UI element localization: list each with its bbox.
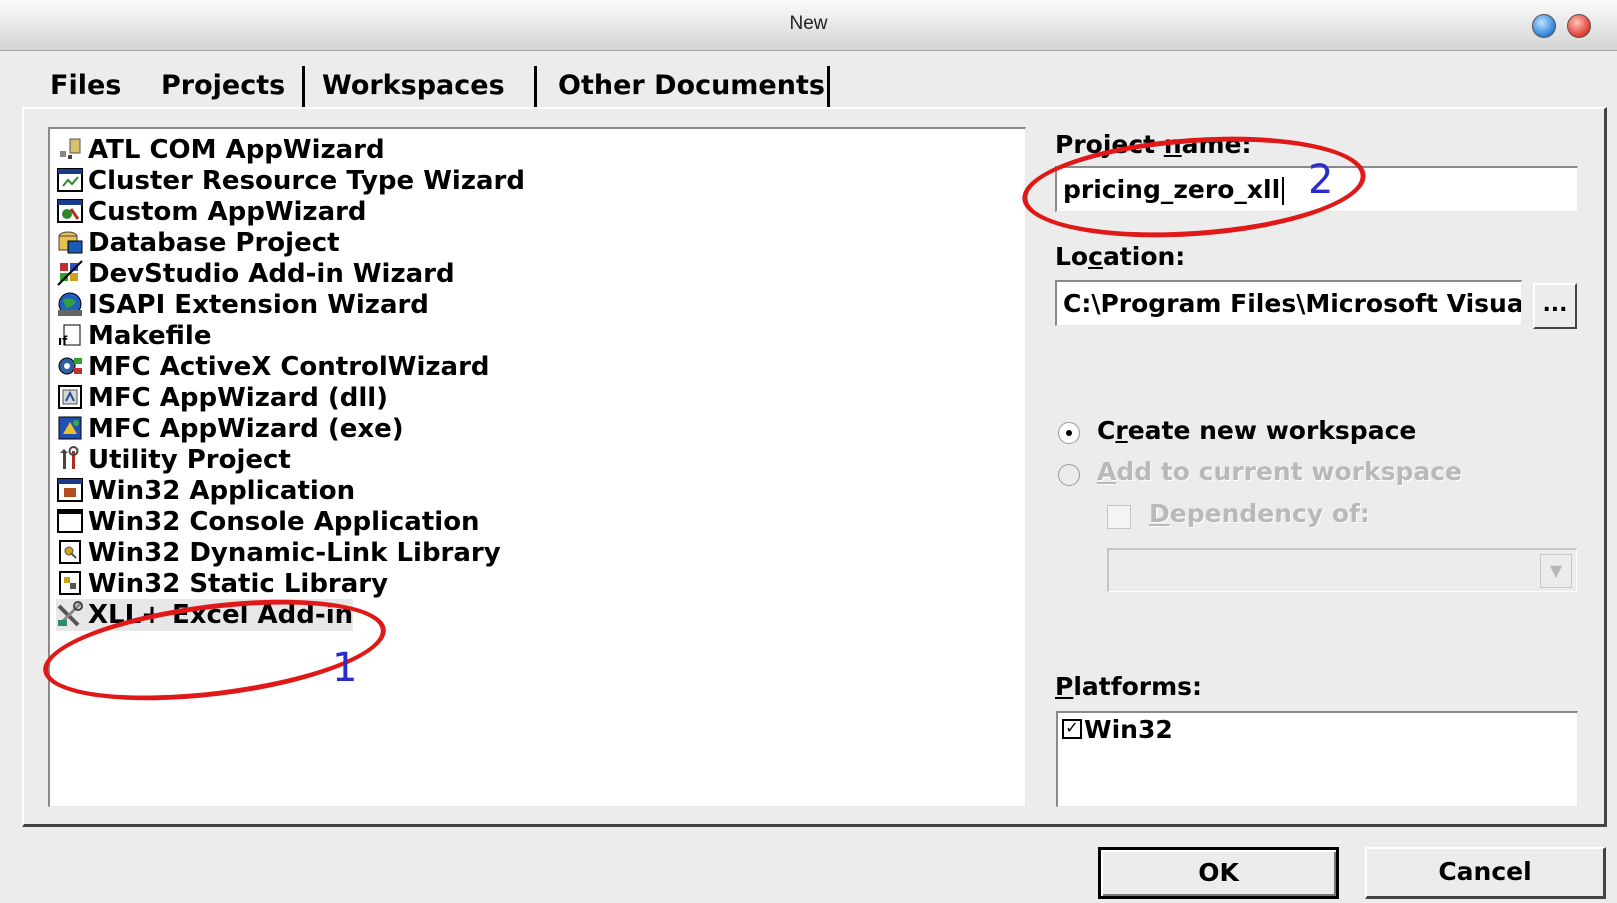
static-lib-icon <box>56 569 84 597</box>
utility-tools-icon <box>56 445 84 473</box>
platforms-label: Platforms: <box>1055 672 1203 701</box>
atl-com-icon <box>56 135 84 163</box>
annotation-number-2: 2 <box>1308 157 1334 203</box>
mfc-exe-icon <box>56 414 84 442</box>
mfc-dll-icon <box>56 383 84 411</box>
xll-tools-icon <box>56 600 84 628</box>
list-item[interactable]: Win32 Static Library <box>56 568 388 600</box>
list-item[interactable]: Custom AppWizard <box>56 196 367 228</box>
svg-text:ıf: ıf <box>58 334 68 348</box>
location-label: Location: <box>1055 242 1186 271</box>
tab-workspaces[interactable]: Workspaces <box>322 64 505 108</box>
list-item[interactable]: ISAPI Extension Wizard <box>56 289 429 321</box>
tab-other-documents[interactable]: Other Documents <box>558 64 825 108</box>
makefile-icon: ıf <box>56 321 84 349</box>
list-item[interactable]: Cluster Resource Type Wizard <box>56 165 525 197</box>
custom-appwizard-icon <box>56 197 84 225</box>
list-item[interactable]: Utility Project <box>56 444 291 476</box>
checkbox-checked-icon[interactable]: ✓ <box>1062 719 1082 739</box>
list-item[interactable]: ıf Makefile <box>56 320 211 352</box>
title-bar: New <box>0 0 1617 51</box>
browse-button[interactable]: ... <box>1533 283 1577 329</box>
dependency-label: Dependency of: <box>1149 499 1370 528</box>
tab-separator <box>302 66 305 108</box>
platforms-list[interactable]: ✓ Win32 <box>1056 711 1578 807</box>
isapi-globe-icon <box>56 290 84 318</box>
radio-selected-dot <box>1066 430 1072 436</box>
list-item[interactable]: MFC ActiveX ControlWizard <box>56 351 490 383</box>
cluster-wizard-icon <box>56 166 84 194</box>
dependency-dropdown[interactable]: ▼ <box>1107 548 1577 592</box>
list-item[interactable]: ATL COM AppWizard <box>56 134 385 166</box>
database-icon <box>56 228 84 256</box>
project-type-list[interactable]: ATL COM AppWizard Cluster Resource Type … <box>48 127 1026 807</box>
list-item[interactable]: DevStudio Add-in Wizard <box>56 258 455 290</box>
close-button[interactable] <box>1567 14 1591 38</box>
ok-button[interactable]: OK <box>1098 847 1339 899</box>
cancel-button[interactable]: Cancel <box>1365 847 1606 899</box>
tab-projects[interactable]: Projects <box>161 64 285 108</box>
dependency-checkbox[interactable] <box>1107 505 1131 529</box>
list-item[interactable]: Database Project <box>56 227 340 259</box>
win32-app-icon <box>56 476 84 504</box>
dll-icon <box>56 538 84 566</box>
list-item[interactable]: Win32 Application <box>56 475 355 507</box>
annotation-number-1: 1 <box>332 645 358 691</box>
activex-icon <box>56 352 84 380</box>
list-item[interactable]: MFC AppWizard (exe) <box>56 413 404 445</box>
chevron-down-icon[interactable]: ▼ <box>1540 554 1572 588</box>
create-new-workspace-label: Create new workspace <box>1097 416 1417 445</box>
window-title: New <box>789 13 828 34</box>
console-window-icon <box>56 507 84 535</box>
tab-separator <box>827 66 830 108</box>
tab-files[interactable]: Files <box>50 64 121 108</box>
list-item[interactable]: MFC AppWizard (dll) <box>56 382 388 414</box>
devstudio-addin-icon <box>56 259 84 287</box>
list-item[interactable]: Win32 Console Application <box>56 506 480 538</box>
add-to-workspace-label: Add to current workspace <box>1097 457 1463 486</box>
minimize-button[interactable] <box>1532 14 1556 38</box>
list-item[interactable]: Win32 Dynamic-Link Library <box>56 537 501 569</box>
tab-separator <box>534 66 537 108</box>
add-to-workspace-radio[interactable] <box>1058 464 1080 486</box>
create-new-workspace-radio[interactable] <box>1058 422 1080 444</box>
platform-item[interactable]: ✓ Win32 <box>1062 715 1173 744</box>
location-input[interactable]: C:\Program Files\Microsoft Visua <box>1055 280 1522 326</box>
